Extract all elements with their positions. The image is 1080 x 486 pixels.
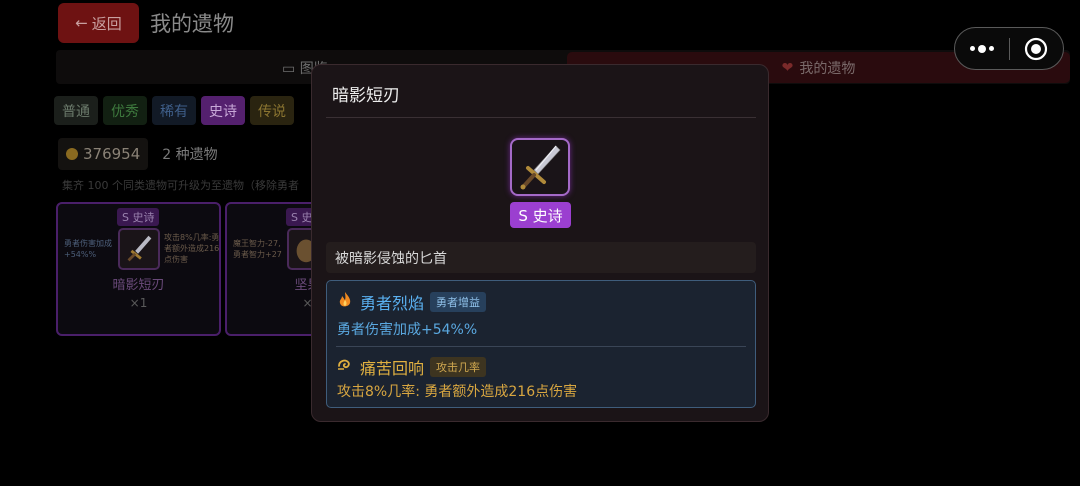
filter-legendary[interactable]: 传说 [250, 96, 294, 125]
page-title: 我的遗物 [150, 12, 234, 36]
card-rarity-badge: S 史诗 [117, 208, 160, 226]
effect-header: 痛苦回响 攻击几率 [336, 355, 487, 379]
effect-description: 勇者伤害加成+54%% [337, 322, 478, 338]
effect-divider [336, 346, 746, 347]
effect-tag: 勇者增益 [430, 292, 487, 312]
back-button[interactable]: ← 返回 [58, 3, 139, 43]
book-icon: ▭ [282, 61, 296, 77]
gold-amount: 376954 [83, 145, 141, 163]
effect-tag: 攻击几率 [430, 357, 487, 377]
mini-program-capsule [954, 27, 1064, 70]
target-close-icon[interactable] [1009, 37, 1063, 61]
more-dots-icon[interactable] [955, 44, 1009, 53]
card-left-note: 勇者伤害加成+54%% [64, 239, 112, 259]
relic-description: 被暗影侵蚀的匕首 [326, 242, 756, 273]
card-name: 暗影短刃 [112, 278, 165, 293]
rarity-filter-bar: 普通 优秀 稀有 史诗 传说 [54, 96, 294, 125]
modal-title: 暗影短刃 [332, 86, 400, 106]
filter-rare[interactable]: 稀有 [152, 96, 196, 125]
filter-epic[interactable]: 史诗 [201, 96, 245, 125]
effect-header: 勇者烈焰 勇者增益 [336, 290, 487, 314]
filter-common[interactable]: 普通 [54, 96, 98, 125]
tab-my-relics-label: 我的遗物 [799, 60, 856, 77]
back-label: 返回 [91, 14, 122, 33]
ribbon-icon: ❤ [781, 59, 794, 76]
rarity-badge: S 史诗 [510, 202, 571, 228]
modal-divider [326, 117, 756, 118]
back-arrow-icon: ← [75, 14, 88, 32]
upgrade-hint: 集齐 100 个同类遗物可升级为至遗物（移除勇者 [62, 179, 299, 192]
gold-display: 376954 [58, 138, 149, 170]
fire-icon [336, 291, 354, 313]
card-qty: ×1 [129, 296, 148, 310]
relic-count: 2 种遗物 [162, 147, 218, 163]
relic-detail-modal: 暗影短刃 S 史诗 被暗影侵蚀的匕首 勇者烈焰 勇者增益 勇者伤害加成+54%% [311, 64, 769, 422]
effect-description: 攻击8%几率: 勇者额外造成216点伤害 [337, 384, 578, 400]
coin-icon [66, 148, 78, 160]
dagger-icon [510, 138, 570, 196]
effect-name: 痛苦回响 [360, 359, 425, 378]
card-right-note: 攻击8%几率:勇者额外造成216点伤害 [164, 233, 220, 264]
gold-row: 376954 2 种遗物 [58, 138, 218, 170]
filter-excellent[interactable]: 优秀 [103, 96, 147, 125]
dagger-icon [118, 228, 160, 270]
effects-panel: 勇者烈焰 勇者增益 勇者伤害加成+54%% 痛苦回响 攻击几率 攻击8%几率: … [326, 280, 756, 408]
swirl-icon [336, 356, 354, 378]
card-left-note: 魔王智力-27, 勇者智力+27 [233, 239, 282, 259]
effect-name: 勇者烈焰 [360, 294, 425, 313]
relic-card[interactable]: S 史诗 勇者伤害加成+54%% 攻击8%几率:勇者额外造成216点伤害 暗影短… [56, 202, 221, 336]
